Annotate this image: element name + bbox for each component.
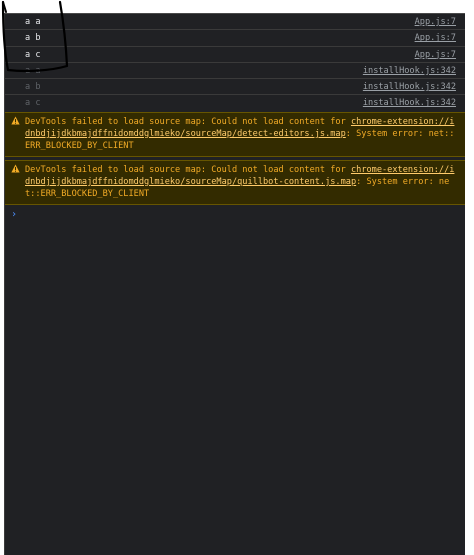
warning-text-prefix: DevTools failed to load source map: Coul… xyxy=(25,116,351,127)
log-row: a c App.js:7 xyxy=(5,47,465,63)
log-list: a a App.js:7 a b App.js:7 a c App.js:7 a… xyxy=(5,14,465,112)
warning-icon xyxy=(11,116,20,125)
warning-message: DevTools failed to load source map: Coul… xyxy=(5,159,465,205)
devtools-console: a a App.js:7 a b App.js:7 a c App.js:7 a… xyxy=(4,13,465,555)
log-source-link[interactable]: installHook.js:342 xyxy=(363,98,456,108)
log-row: a c installHook.js:342 xyxy=(5,95,465,111)
log-message: a a xyxy=(25,17,41,27)
log-message: a c xyxy=(25,49,41,60)
prompt-chevron-icon: › xyxy=(11,208,18,220)
log-source-link[interactable]: App.js:7 xyxy=(415,17,456,27)
log-row: a b App.js:7 xyxy=(5,30,465,47)
log-row: a a App.js:7 xyxy=(5,14,465,31)
log-message: a a xyxy=(25,65,41,76)
log-source-link[interactable]: installHook.js:342 xyxy=(363,66,456,76)
warning-text-prefix: DevTools failed to load source map: Coul… xyxy=(25,164,351,175)
log-source-link[interactable]: App.js:7 xyxy=(415,50,456,60)
log-source-link[interactable]: App.js:7 xyxy=(415,33,456,43)
log-message: a b xyxy=(25,33,41,44)
console-prompt[interactable]: › xyxy=(5,208,465,224)
warning-message: DevTools failed to load source map: Coul… xyxy=(5,111,465,157)
warning-icon xyxy=(11,164,20,173)
log-source-link[interactable]: installHook.js:342 xyxy=(363,82,456,92)
log-row: a a installHook.js:342 xyxy=(5,63,465,80)
log-message: a b xyxy=(25,82,41,93)
log-row: a b installHook.js:342 xyxy=(5,79,465,96)
log-message: a c xyxy=(25,98,41,109)
